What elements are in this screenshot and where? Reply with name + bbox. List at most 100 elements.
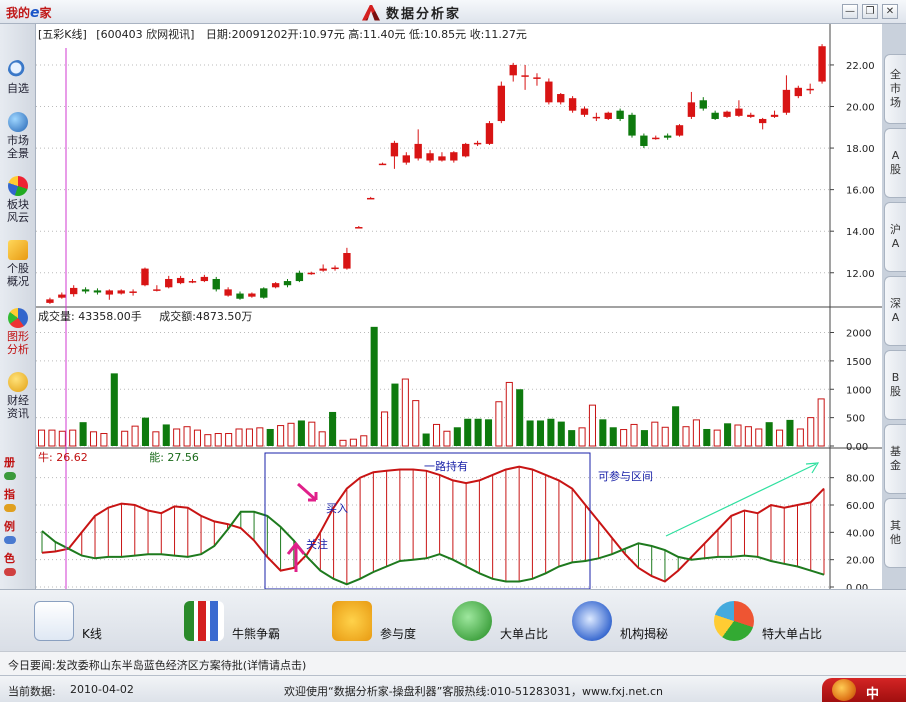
sidebar-item-label: 市场全景 xyxy=(7,134,29,160)
volume-bar xyxy=(183,426,191,447)
bull-label: 牛 xyxy=(38,451,49,464)
volume-bar xyxy=(339,439,347,447)
volume-bar xyxy=(724,423,732,446)
sidebar-small-color[interactable]: 色 xyxy=(4,550,32,579)
indicator-tick-label: 60.00 xyxy=(846,501,875,512)
minimize-button[interactable]: — xyxy=(842,4,858,19)
candle-body xyxy=(758,118,767,124)
candle-body xyxy=(557,94,565,103)
sidebar-small-manual[interactable]: 册 xyxy=(4,454,32,483)
tab-a-share[interactable]: A股 xyxy=(884,128,906,198)
volume-bar xyxy=(89,431,98,447)
candle-body xyxy=(545,81,553,103)
candle-body xyxy=(462,143,470,157)
tool-label: K线 xyxy=(82,626,102,641)
big-order-icon xyxy=(452,601,492,641)
tab-fund[interactable]: 基金 xyxy=(884,424,906,494)
tool-big-order[interactable]: 大单占比 xyxy=(452,590,548,652)
volume-bar xyxy=(412,400,420,447)
tool-kline[interactable]: K线 xyxy=(34,590,102,652)
news-link[interactable]: (详情请点击) xyxy=(243,659,307,672)
tab-other[interactable]: 其他 xyxy=(884,498,906,568)
tab-shanghai-a[interactable]: 沪A xyxy=(884,202,906,272)
chart-stock[interactable]: [600403 欣网视讯] xyxy=(96,28,194,41)
candle-body xyxy=(485,123,494,144)
volume-bar xyxy=(433,423,441,447)
china-badge[interactable]: 中 xyxy=(822,678,906,702)
sidebar-item-stock[interactable]: 个股概况 xyxy=(0,240,36,288)
sidebar-small-index[interactable]: 指 xyxy=(4,486,32,515)
sidebar-item-news[interactable]: 财经资讯 xyxy=(0,372,36,420)
sidebar-item-label: 自选 xyxy=(7,82,29,95)
energy-value: : 27.56 xyxy=(160,451,199,464)
candle-body xyxy=(450,152,458,161)
sidebar-small-label: 指 xyxy=(4,488,15,501)
indicator-tick-label: 80.00 xyxy=(846,474,875,485)
volume-tick-label: 1500 xyxy=(846,357,871,368)
candle-body xyxy=(307,272,315,275)
chart-date: 日期:20091202 xyxy=(205,28,288,41)
volume-bar xyxy=(349,438,357,447)
tab-label: 股 xyxy=(890,385,901,398)
tab-label: 他 xyxy=(890,533,901,546)
candle-body xyxy=(70,287,78,295)
volume-bar xyxy=(609,427,617,446)
volume-bar xyxy=(100,433,108,447)
volume-bar xyxy=(121,430,129,447)
chart-pie-icon xyxy=(8,308,28,328)
candle-body xyxy=(260,288,268,298)
trend-arrow xyxy=(665,463,817,537)
tab-label: 金 xyxy=(890,459,901,472)
volume-bar xyxy=(318,431,326,447)
price-tick-label: 12.00 xyxy=(846,269,875,280)
candle-body xyxy=(93,290,102,293)
news-headline[interactable]: 发改委称山东半岛蓝色经济区方案待批 xyxy=(56,659,243,672)
candle-body xyxy=(378,163,387,166)
sidebar-small-example[interactable]: 例 xyxy=(4,518,32,547)
chart-area[interactable]: 22.00 20.00 18.00 16.00 14.00 12.00 2000 1500 10… xyxy=(36,24,882,589)
close-button[interactable]: ✕ xyxy=(882,4,898,19)
candle-body xyxy=(188,281,197,283)
tool-participation[interactable]: 参与度 xyxy=(332,590,416,652)
volume-bar xyxy=(204,434,212,447)
volume-bar xyxy=(152,431,160,447)
indicator-line-bull xyxy=(41,465,825,583)
tool-institution[interactable]: 机构揭秘 xyxy=(572,590,668,652)
candle-body xyxy=(652,137,660,140)
home-logo[interactable]: 我的e家 xyxy=(6,4,52,21)
tab-all-market[interactable]: 全市场 xyxy=(884,54,906,124)
volume-bar xyxy=(536,420,545,446)
tab-label: 深 xyxy=(890,297,901,310)
compass-icon xyxy=(572,601,612,641)
volume-bar xyxy=(381,411,389,447)
tool-label: 特大单占比 xyxy=(762,626,823,641)
sidebar-item-watchlist[interactable]: 自选 xyxy=(0,60,36,95)
volume-bar xyxy=(505,381,513,447)
volume-bar xyxy=(193,429,201,447)
volume-bars xyxy=(38,326,825,447)
sidebar-item-chart-analysis[interactable]: 图形分析 xyxy=(0,308,36,356)
tool-bull-bear[interactable]: 牛熊争霸 xyxy=(184,590,280,652)
sidebar-item-sector[interactable]: 板块风云 xyxy=(0,176,36,224)
tab-label: 场 xyxy=(890,96,901,109)
tab-shenzhen-a[interactable]: 深A xyxy=(884,276,906,346)
volume-bar xyxy=(557,421,565,446)
tab-b-share[interactable]: B股 xyxy=(884,350,906,420)
volume-bar xyxy=(786,419,794,446)
candle-body xyxy=(533,77,541,79)
tool-super-order[interactable]: 特大单占比 xyxy=(714,590,822,652)
tab-label: 市 xyxy=(890,82,901,95)
chart-mode[interactable]: [五彩K线] xyxy=(38,28,87,41)
volume-bar xyxy=(776,429,784,447)
annotation-hold: 一路持有 xyxy=(424,460,468,473)
sidebar-item-market[interactable]: 市场全景 xyxy=(0,112,36,160)
price-tick-label: 18.00 xyxy=(846,144,875,155)
chart-canvas[interactable]: 22.00 20.00 18.00 16.00 14.00 12.00 2000 1500 10… xyxy=(36,24,882,589)
volume-bar xyxy=(58,430,66,447)
restore-button[interactable]: ❐ xyxy=(862,4,878,19)
magnifier-icon xyxy=(8,60,28,80)
candle-body xyxy=(438,156,446,161)
candle-body xyxy=(153,289,161,291)
volume-bar xyxy=(692,419,700,447)
candle-body xyxy=(46,299,54,303)
